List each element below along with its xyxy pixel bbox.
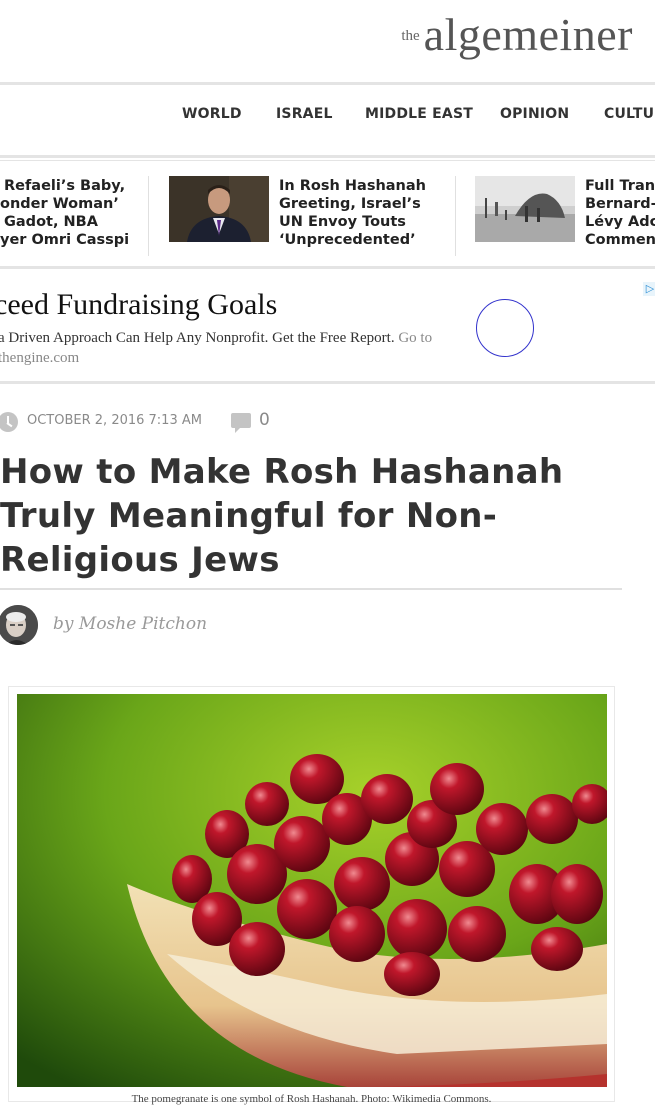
- nav-item-israel[interactable]: ISRAEL: [276, 106, 333, 122]
- article-title: How to Make Rosh Hashanah Truly Meaningf…: [0, 452, 564, 580]
- clock-icon: [0, 412, 18, 432]
- story-thumbnail-3[interactable]: [475, 176, 575, 242]
- ad-link-domain[interactable]: thengine.com: [0, 350, 79, 366]
- story-headline-3[interactable]: Full Tran Bernard- Lévy Adc Commen: [585, 177, 655, 249]
- strip-divider: [0, 266, 655, 269]
- ad-description: a Driven Approach Can Help Any Nonprofit…: [0, 328, 468, 368]
- image-caption: The pomegranate is one symbol of Rosh Ha…: [131, 1093, 492, 1105]
- story-thumbnail-2[interactable]: [169, 176, 269, 242]
- ad-title[interactable]: ceed Fundraising Goals: [0, 288, 277, 322]
- author-photo: [0, 605, 38, 645]
- story-3-line: Bernard-: [585, 196, 655, 212]
- byline: by Moshe Pitchon: [53, 614, 207, 634]
- comment-icon[interactable]: [231, 413, 251, 433]
- story-headline-2[interactable]: In Rosh Hashanah Greeting, Israel’s UN E…: [279, 177, 426, 249]
- byline-prefix: by: [53, 614, 74, 634]
- nav-item-opinion[interactable]: OPINION: [500, 106, 569, 122]
- story-2-line: Greeting, Israel’s: [279, 196, 421, 212]
- pomegranate-photo: [17, 694, 607, 1087]
- adchoices-icon[interactable]: ▷: [643, 282, 655, 296]
- main-nav: WORLD ISRAEL MIDDLE EAST OPINION CULTUR: [0, 98, 655, 132]
- story-1-line: Gadot, NBA: [4, 214, 98, 230]
- article-date: OCTOBER 2, 2016 7:13 AM: [27, 413, 202, 428]
- nav-item-middle-east[interactable]: MIDDLE EAST: [365, 106, 473, 122]
- related-stories-strip: Refaeli’s Baby, onder Woman’ Gadot, NBA …: [0, 170, 655, 262]
- article-meta: OCTOBER 2, 2016 7:13 AM 0: [0, 410, 655, 433]
- ad-description-text: a Driven Approach Can Help Any Nonprofit…: [0, 330, 395, 346]
- story-3-line: Lévy Adc: [585, 214, 655, 230]
- battlefield-photo: [475, 176, 575, 242]
- story-2-line: ‘Unprecedented’: [279, 232, 416, 248]
- story-headline-1[interactable]: Refaeli’s Baby, onder Woman’ Gadot, NBA …: [0, 177, 129, 249]
- logo-name: algemeiner: [423, 9, 633, 60]
- header-divider: [0, 82, 655, 85]
- logo-prefix: the: [401, 28, 420, 44]
- story-separator: [148, 176, 149, 256]
- site-logo[interactable]: thealgemeiner: [401, 8, 633, 61]
- nav-item-world[interactable]: WORLD: [182, 106, 242, 122]
- author-name[interactable]: Moshe Pitchon: [79, 614, 207, 634]
- story-3-line: Full Tran: [585, 178, 655, 194]
- author-avatar[interactable]: [0, 605, 38, 645]
- story-2-line: UN Envoy Touts: [279, 214, 406, 230]
- story-1-line: onder Woman’: [0, 196, 119, 212]
- ad-divider: [0, 381, 655, 384]
- nav-divider-thin: [0, 160, 655, 161]
- story-3-line: Commen: [585, 232, 655, 248]
- ad-link-label[interactable]: Go to: [398, 330, 432, 346]
- story-1-line: Refaeli’s Baby,: [4, 178, 126, 194]
- nav-item-culture[interactable]: CULTUR: [604, 106, 655, 122]
- nav-divider: [0, 155, 655, 158]
- story-2-line: In Rosh Hashanah: [279, 178, 426, 194]
- feature-image[interactable]: [17, 694, 607, 1087]
- feature-image-figure: The pomegranate is one symbol of Rosh Ha…: [8, 686, 615, 1105]
- story-separator: [455, 176, 456, 256]
- title-divider: [0, 588, 622, 590]
- comment-count[interactable]: 0: [259, 410, 270, 430]
- ad-arrow-button[interactable]: [476, 299, 534, 357]
- envoy-photo: [169, 176, 269, 242]
- advertisement[interactable]: ceed Fundraising Goals a Driven Approach…: [0, 276, 655, 380]
- story-1-line: yer Omri Casspi: [0, 232, 130, 248]
